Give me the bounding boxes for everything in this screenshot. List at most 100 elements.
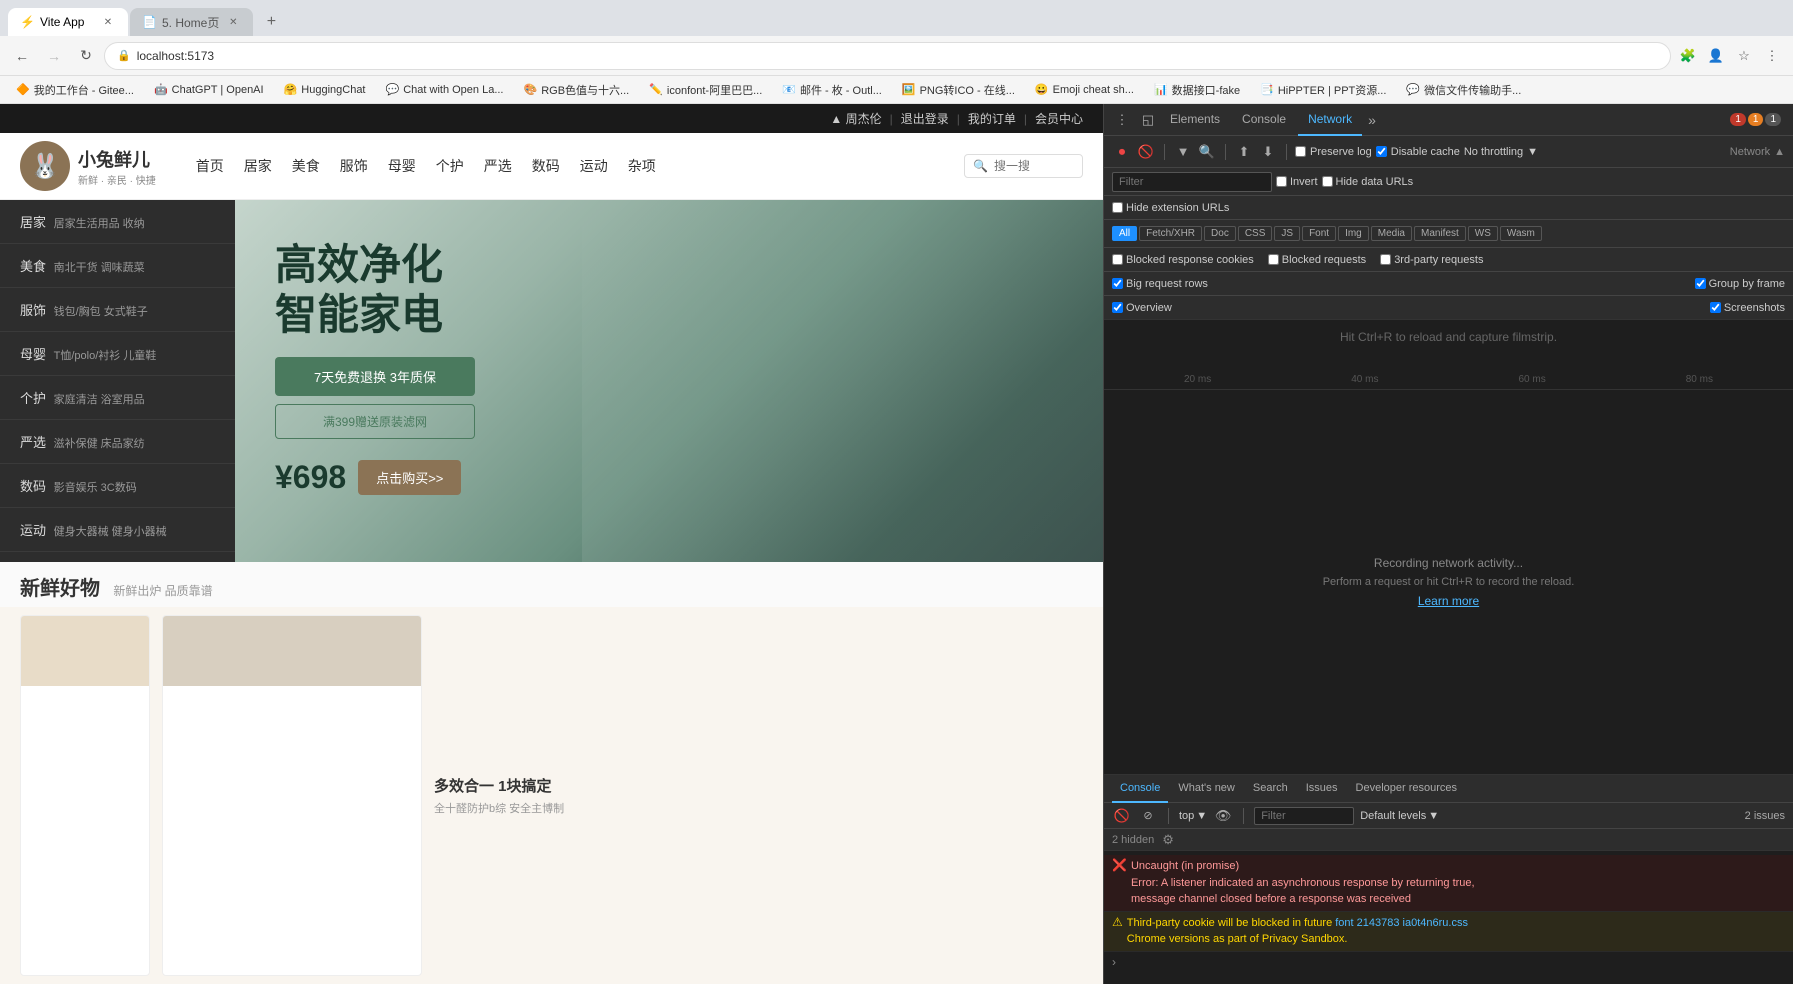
top-dropdown[interactable]: top ▼ [1179, 810, 1207, 822]
bookmark-data[interactable]: 📊 数据接口-fake [1146, 80, 1248, 100]
sidebar-item-fushi[interactable]: 服饰 钱包/胸包 女式鞋子 [0, 288, 235, 332]
export-button[interactable]: ⬇ [1258, 142, 1278, 162]
vip-link[interactable]: 会员中心 [1035, 110, 1083, 127]
filter-input[interactable] [1112, 172, 1272, 192]
filter-tag-css[interactable]: CSS [1238, 226, 1273, 241]
devtools-tab-elements[interactable]: Elements [1160, 104, 1230, 136]
reload-button[interactable]: ↻ [72, 42, 100, 70]
address-bar[interactable]: 🔒 localhost:5173 [104, 42, 1671, 70]
product-card-1[interactable] [20, 615, 150, 977]
learn-more-link[interactable]: Learn more [1418, 594, 1479, 608]
bookmark-hugging[interactable]: 🤗 HuggingChat [276, 81, 374, 98]
filter-tag-all[interactable]: All [1112, 226, 1137, 241]
filter-tag-doc[interactable]: Doc [1204, 226, 1236, 241]
filter-button[interactable]: ▼ [1173, 142, 1193, 162]
search-button[interactable]: 🔍 [1197, 142, 1217, 162]
console-clear-btn[interactable]: 🚫 [1112, 806, 1132, 826]
nav-zaxiang[interactable]: 杂项 [628, 156, 656, 176]
default-levels-dropdown[interactable]: Default levels ▼ [1360, 810, 1439, 822]
extensions-button[interactable]: 🧩 [1675, 43, 1701, 69]
devtools-tab-network[interactable]: Network [1298, 104, 1362, 136]
nav-fushi[interactable]: 服饰 [340, 156, 368, 176]
console-prompt-row[interactable]: › [1104, 952, 1793, 972]
clear-button[interactable]: 🚫 [1136, 142, 1156, 162]
filter-tag-img[interactable]: Img [1338, 226, 1369, 241]
filter-tag-manifest[interactable]: Manifest [1414, 226, 1466, 241]
tab-close-home[interactable]: ✕ [225, 14, 241, 30]
console-tab-whatsnew[interactable]: What's new [1170, 775, 1243, 803]
banner-button-2[interactable]: 满399赠送原装滤网 [275, 404, 475, 439]
buy-button[interactable]: 点击购买>> [358, 460, 461, 495]
big-request-rows-checkbox[interactable]: Big request rows [1112, 278, 1208, 290]
nav-geh[interactable]: 个护 [436, 156, 464, 176]
devtools-tab-console[interactable]: Console [1232, 104, 1296, 136]
bookmark-chatgpt[interactable]: 🤖 ChatGPT | OpenAI [146, 81, 272, 98]
bookmark-emoji[interactable]: 😀 Emoji cheat sh... [1027, 81, 1142, 98]
profile-button[interactable]: 👤 [1703, 43, 1729, 69]
forward-button[interactable]: → [40, 42, 68, 70]
console-tab-console[interactable]: Console [1112, 775, 1168, 803]
disable-cache-checkbox[interactable]: Disable cache [1376, 146, 1460, 158]
import-button[interactable]: ⬆ [1234, 142, 1254, 162]
bookmark-hippter[interactable]: 📑 HiPPTER | PPT资源... [1252, 80, 1394, 100]
filter-tag-font[interactable]: Font [1302, 226, 1336, 241]
bookmark-chat-open[interactable]: 💬 Chat with Open La... [378, 81, 512, 98]
bookmark-iconfont[interactable]: ✏️ iconfont-阿里巴巴... [641, 80, 770, 100]
banner-button-1[interactable]: 7天免费退换 3年质保 [275, 357, 475, 396]
throttling-select[interactable]: No throttling ▼ [1464, 146, 1538, 158]
add-tab-button[interactable]: + [257, 8, 285, 36]
group-by-frame-checkbox[interactable]: Group by frame [1695, 278, 1785, 290]
bookmark-gitee[interactable]: 🔶 我的工作台 - Gitee... [8, 80, 142, 100]
eye-icon[interactable]: 👁 [1213, 806, 1233, 826]
settings-gear-icon[interactable]: ⚙ [1162, 832, 1174, 848]
nav-muying[interactable]: 母婴 [388, 156, 416, 176]
hide-extension-checkbox[interactable]: Hide extension URLs [1112, 202, 1229, 214]
bookmark-mail[interactable]: 📧 邮件 - 枚 - Outl... [774, 80, 890, 100]
tab-vite-app[interactable]: ⚡ Vite App ✕ [8, 8, 128, 36]
orders-link[interactable]: 我的订单 [968, 110, 1016, 127]
console-filter-input[interactable] [1254, 807, 1354, 825]
tab-home[interactable]: 📄 5. Home页 ✕ [130, 8, 253, 36]
sidebar-item-jujia[interactable]: 居家 居家生活用品 收纳 [0, 200, 235, 244]
console-tab-search[interactable]: Search [1245, 775, 1296, 803]
devtools-menu-icon[interactable]: ⋮ [1112, 110, 1132, 130]
menu-button[interactable]: ⋮ [1759, 43, 1785, 69]
overview-checkbox[interactable]: Overview [1112, 302, 1172, 314]
filter-tag-media[interactable]: Media [1371, 226, 1412, 241]
nav-shuma[interactable]: 数码 [532, 156, 560, 176]
filter-tag-fetch[interactable]: Fetch/XHR [1139, 226, 1202, 241]
console-tab-devres[interactable]: Developer resources [1348, 775, 1466, 803]
filter-tag-ws[interactable]: WS [1468, 226, 1498, 241]
nav-yundong[interactable]: 运动 [580, 156, 608, 176]
nav-jujiia[interactable]: 居家 [244, 156, 272, 176]
nav-home[interactable]: 首页 [196, 156, 224, 176]
back-button[interactable]: ← [8, 42, 36, 70]
bookmark-png[interactable]: 🖼️ PNG转ICO - 在线... [894, 80, 1023, 100]
tab-close-vite[interactable]: ✕ [100, 14, 116, 30]
nav-yanxuan[interactable]: 严选 [484, 156, 512, 176]
logout-link[interactable]: 退出登录 [901, 110, 949, 127]
bookmark-rgb[interactable]: 🎨 RGB色值与十六... [515, 80, 637, 100]
console-tab-issues[interactable]: Issues [1298, 775, 1346, 803]
blocked-requests-checkbox[interactable]: Blocked requests [1268, 254, 1366, 266]
search-input[interactable] [994, 159, 1074, 173]
record-button[interactable]: ⏺ [1112, 142, 1132, 162]
screenshots-checkbox[interactable]: Screenshots [1710, 302, 1785, 314]
devtools-dock-icon[interactable]: ◱ [1138, 110, 1158, 130]
third-party-checkbox[interactable]: 3rd-party requests [1380, 254, 1483, 266]
console-clear-btn2[interactable]: ⊘ [1138, 806, 1158, 826]
sidebar-item-yanxuan[interactable]: 严选 滋补保健 床品家纺 [0, 420, 235, 464]
devtools-tab-more[interactable]: » [1364, 112, 1380, 128]
filter-tag-wasm[interactable]: Wasm [1500, 226, 1542, 241]
invert-checkbox[interactable]: Invert [1276, 176, 1318, 188]
star-button[interactable]: ☆ [1731, 43, 1757, 69]
nav-meishi[interactable]: 美食 [292, 156, 320, 176]
hide-data-urls-checkbox[interactable]: Hide data URLs [1322, 176, 1414, 188]
bookmark-wechat[interactable]: 💬 微信文件传输助手... [1398, 80, 1529, 100]
sidebar-item-yundong[interactable]: 运动 健身大器械 健身小器械 [0, 508, 235, 552]
sidebar-item-meishi[interactable]: 美食 南北干货 调味蔬菜 [0, 244, 235, 288]
sidebar-item-shuma[interactable]: 数码 影音娱乐 3C数码 [0, 464, 235, 508]
filter-tag-js[interactable]: JS [1274, 226, 1300, 241]
sidebar-item-muying[interactable]: 母婴 T恤/polo/衬衫 儿童鞋 [0, 332, 235, 376]
sidebar-item-gehu[interactable]: 个护 家庭清洁 浴室用品 [0, 376, 235, 420]
